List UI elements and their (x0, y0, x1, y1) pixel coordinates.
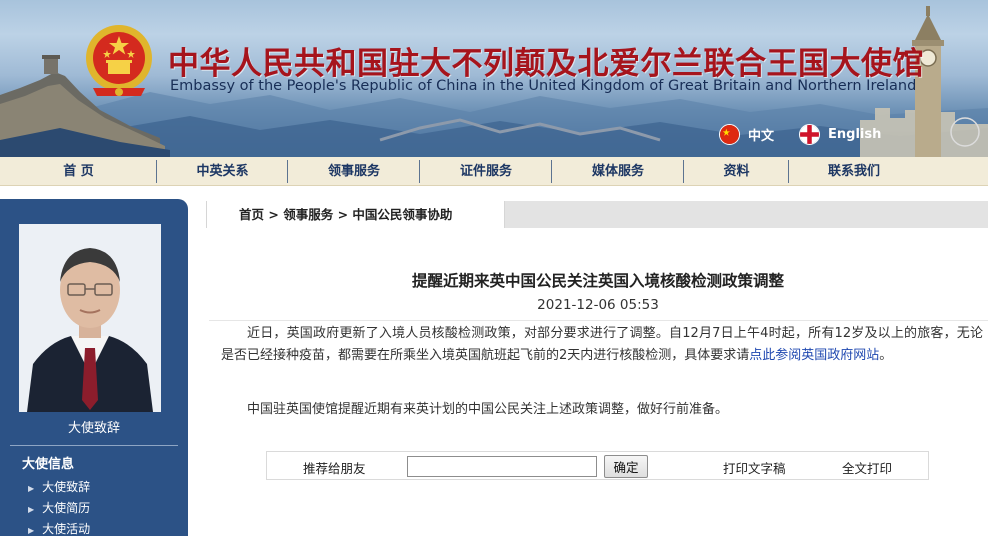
article-paragraph-1: 近日，英国政府更新了入境人员核酸检测政策，对部分要求进行了调整。自12月7日上午… (221, 323, 983, 367)
sidebar-list: ▶ 大使致辞 ▶ 大使简历 ▶ 大使活动 (28, 477, 90, 536)
article-date: 2021-12-06 05:53 (537, 297, 659, 313)
language-chinese-link[interactable]: 中文 (719, 124, 774, 145)
language-english-label: English (828, 127, 882, 142)
article-paragraph-2: 中国驻英国使馆提醒近期有来英计划的中国公民关注上述政策调整，做好行前准备。 (247, 402, 729, 417)
article-paragraph-1-end: 。 (879, 348, 893, 363)
sidebar-divider (10, 445, 178, 446)
nav-home[interactable]: 首 页 (0, 157, 157, 186)
breadcrumb-separator: > (333, 207, 353, 222)
nav-media-services[interactable]: 媒体服务 (552, 157, 684, 186)
main-nav: 首 页 中英关系 领事服务 证件服务 媒体服务 资料 联系我们 (0, 157, 988, 186)
uk-government-website-link[interactable]: 点此参阅英国政府网站 (749, 348, 879, 363)
sidebar-item-ambassador-activities[interactable]: ▶ 大使活动 (28, 519, 90, 536)
header-banner: 中华人民共和国驻大不列颠及北爱尔兰联合王国大使馆 Embassy of the … (0, 0, 988, 157)
recommend-to-friend-label: 推荐给朋友 (303, 461, 366, 476)
triangle-right-icon: ▶ (28, 484, 35, 493)
sidebar-section-title: 大使信息 (22, 457, 75, 472)
sidebar-item-ambassador-resume[interactable]: ▶ 大使简历 (28, 498, 90, 519)
uk-flag-icon (799, 124, 820, 145)
national-emblem-icon (86, 25, 152, 96)
nav-consular-services[interactable]: 领事服务 (288, 157, 420, 186)
breadcrumb: 首页 > 领事服务 > 中国公民领事协助 (206, 201, 505, 228)
ambassador-photo-caption[interactable]: 大使致辞 (0, 417, 188, 436)
language-chinese-label: 中文 (748, 129, 775, 144)
recommend-email-input[interactable] (407, 456, 597, 477)
sidebar: 大使致辞 大使信息 ▶ 大使致辞 ▶ 大使简历 ▶ 大使活动 (0, 199, 188, 536)
breadcrumb-home[interactable]: 首页 (239, 207, 264, 222)
breadcrumb-separator: > (264, 207, 284, 222)
print-text-link[interactable]: 打印文字稿 (723, 458, 786, 477)
print-full-link[interactable]: 全文打印 (842, 458, 892, 477)
nav-document-services[interactable]: 证件服务 (420, 157, 552, 186)
embassy-title-cn: 中华人民共和国驻大不列颠及北爱尔兰联合王国大使馆 (168, 46, 924, 82)
nav-contact-us[interactable]: 联系我们 (789, 157, 919, 186)
breadcrumb-consular-assistance[interactable]: 中国公民领事协助 (352, 207, 452, 222)
share-toolbar: 推荐给朋友 确定 打印文字稿 全文打印 (266, 451, 929, 480)
sidebar-item-label: 大使简历 (42, 501, 91, 515)
nav-resources[interactable]: 资料 (684, 157, 789, 186)
language-english-link[interactable]: English (799, 124, 881, 145)
article-title: 提醒近期来英中国公民关注英国入境核酸检测政策调整 (411, 272, 784, 290)
breadcrumb-consular-services[interactable]: 领事服务 (283, 207, 333, 222)
nav-china-uk-relations[interactable]: 中英关系 (157, 157, 288, 186)
embassy-title-en: Embassy of the People's Republic of Chin… (170, 78, 917, 94)
triangle-right-icon: ▶ (28, 526, 35, 535)
china-flag-icon (719, 124, 740, 145)
triangle-right-icon: ▶ (28, 505, 35, 514)
sidebar-item-ambassador-speech[interactable]: ▶ 大使致辞 (28, 477, 90, 498)
confirm-button[interactable]: 确定 (604, 455, 648, 478)
ambassador-photo[interactable] (19, 224, 161, 412)
sidebar-item-label: 大使活动 (42, 522, 91, 536)
sidebar-item-label: 大使致辞 (42, 480, 91, 494)
